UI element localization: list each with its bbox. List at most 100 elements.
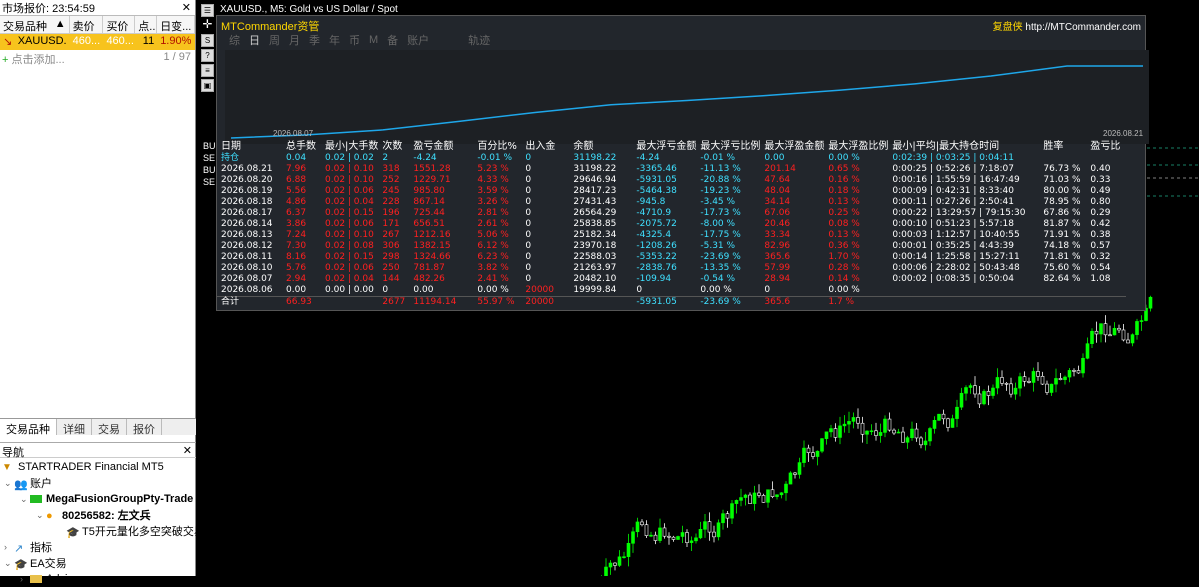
nav-item-accounts[interactable]: ⌄ 👥 账户 [0, 475, 196, 492]
stats-cell: 71.81 % [1043, 252, 1081, 262]
candle-body [932, 420, 937, 429]
stats-cell: -2075.72 [636, 219, 677, 229]
stats-cell: 6.88 [286, 175, 307, 185]
nav-item-advisors[interactable]: › Advisors [0, 571, 196, 587]
stats-cell: 0 [525, 153, 532, 163]
stats-row[interactable]: 2026.08.13 7.24 0.02 | 0.10 267 1212.16 5.06 … [217, 230, 1126, 241]
candle-body [1130, 334, 1135, 344]
stats-row[interactable]: 2026.08.11 8.16 0.02 | 0.15 298 1324.66 6.23 … [217, 252, 1126, 263]
candle-body [1103, 323, 1108, 336]
stats-row[interactable]: 2026.08.19 5.56 0.02 | 0.06 245 985.80 3.59 %… [217, 186, 1126, 197]
stats-cell: 0.25 % [828, 208, 860, 218]
close-icon[interactable]: ✕ [182, 1, 191, 14]
stats-cell: 5.06 % [477, 230, 509, 240]
column-header-symbol[interactable]: 交易品种 ▲ [0, 16, 70, 33]
tab-ticks[interactable]: 报价 [127, 419, 162, 436]
script-icon[interactable]: S [201, 34, 214, 47]
nav-item-indicators[interactable]: › ↗ 指标 [0, 539, 196, 555]
candle-body [833, 428, 838, 438]
buy-marker: BU [203, 165, 216, 175]
stats-column-header: 余额 [573, 141, 594, 152]
collapse-icon[interactable]: ⌄ [36, 510, 46, 521]
column-header-spread[interactable]: 点... [135, 16, 158, 33]
nav-item-server[interactable]: ⌄ MegaFusionGroupPty-Trade [0, 491, 196, 507]
candle-body [829, 428, 833, 433]
symbol-row[interactable]: ↘ XAUUSD. 460... 460... 11 1.90% [0, 34, 195, 50]
stats-row[interactable]: 持仓 0.04 0.02 | 0.02 2 -4.24 -0.01 % 0 31198.22 -… [217, 153, 1126, 164]
candle-body [1117, 327, 1121, 331]
mtc-tab[interactable]: 币 [349, 32, 360, 48]
experts-icon: 🎓 [14, 559, 28, 571]
info-icon[interactable]: ? [201, 49, 214, 62]
stats-cell: -4325.4 [636, 230, 672, 240]
candle-body [959, 392, 964, 408]
stats-row[interactable]: 2026.08.14 3.86 0.02 | 0.06 171 656.51 2.61 %… [217, 219, 1126, 230]
tab-symbols[interactable]: 交易品种 [0, 419, 57, 436]
stats-cell: 0.57 [1090, 241, 1111, 251]
stats-row[interactable]: 2026.08.18 4.86 0.02 | 0.04 228 867.14 3.26 %… [217, 197, 1126, 208]
stats-cell: 0 [525, 175, 532, 185]
column-header-change[interactable]: 日变... [157, 16, 195, 33]
stats-cell: 80.00 % [1043, 186, 1081, 196]
save-icon[interactable]: ▣ [201, 79, 214, 92]
stats-cell: 0.02 | 0.04 [325, 274, 374, 284]
stats-row[interactable]: 合计 66.93 2677 11194.14 55.97 % 20000 -5931.05-… [217, 296, 1127, 308]
mtc-tab[interactable]: 月 [289, 32, 300, 48]
nav-item-account[interactable]: ⌄ ● 80256582: 左文兵 [0, 507, 196, 523]
collapse-icon[interactable]: ⌄ [20, 494, 30, 505]
mtc-tab[interactable]: 备 [387, 32, 398, 48]
mtc-tab[interactable]: 年 [329, 32, 340, 48]
column-header-ask[interactable]: 买价 [103, 16, 136, 33]
stats-cell: 8.16 [286, 252, 307, 262]
candle-body [865, 430, 869, 435]
mtc-tab[interactable]: 季 [309, 32, 320, 48]
candle-body [617, 556, 622, 566]
candle-body [824, 431, 829, 439]
nav-item-experts[interactable]: ⌄ 🎓 EA交易 [0, 555, 196, 572]
stats-cell: 23970.18 [573, 241, 617, 251]
stats-row[interactable]: 2026.08.10 5.76 0.02 | 0.06 250 781.87 3.82 %… [217, 263, 1126, 274]
menu-icon[interactable]: ☰ [201, 4, 214, 17]
candle-body [1090, 330, 1094, 344]
expand-icon[interactable]: › [4, 542, 14, 552]
stats-row[interactable]: 2026.08.12 7.30 0.02 | 0.08 306 1382.15 6.12 … [217, 241, 1126, 252]
candle-body [788, 472, 793, 485]
navigator-title: 导航 [2, 447, 24, 459]
stats-cell: 28417.23 [573, 186, 617, 196]
collapse-icon[interactable]: ⌄ [4, 478, 14, 489]
add-symbol-row[interactable]: + 点击添加... 1 / 97 [0, 50, 195, 66]
candle-body [887, 418, 892, 431]
stats-cell: 2026.08.10 [221, 263, 273, 273]
stats-row[interactable]: 2026.08.17 6.37 0.02 | 0.15 196 725.44 2.81 %… [217, 208, 1126, 219]
mtc-tab[interactable]: 综 [229, 32, 240, 48]
tab-trading[interactable]: 交易 [92, 419, 127, 436]
stats-cell: -1208.26 [636, 241, 677, 251]
stats-cell: 0:00:11 | 0:27:26 | 2:50:41 [892, 197, 1014, 207]
mtc-tab[interactable]: M [369, 34, 378, 46]
stats-row[interactable]: 2026.08.07 2.94 0.02 | 0.04 144 482.26 2.41 %… [217, 274, 1126, 285]
stats-cell: 228 [382, 197, 400, 207]
candle-body [734, 500, 739, 504]
stats-cell: 67.86 % [1043, 208, 1081, 218]
mtc-tab[interactable]: 周 [269, 32, 280, 48]
stats-cell: 0.02 | 0.15 [325, 208, 374, 218]
list-icon[interactable]: ≡ [201, 64, 214, 77]
mtc-site[interactable]: 复盘侠 http://MTCommander.com [993, 18, 1141, 33]
nav-item-broker[interactable]: ▼ STARTRADER Financial MT5 [0, 459, 196, 475]
candle-body [1013, 387, 1018, 395]
candle-body [941, 413, 946, 420]
tab-details[interactable]: 详细 [57, 419, 92, 436]
stats-row[interactable]: 2026.08.21 7.96 0.02 | 0.10 318 1551.28 5.23 … [217, 164, 1126, 175]
stats-row[interactable]: 2026.08.06 0.00 0.00 | 0.00 0 0.00 0.00 % 2000… [217, 285, 1126, 297]
nav-item-expert[interactable]: 🎓 T5开元量化多空突破交易系统 [0, 523, 196, 539]
close-icon[interactable]: ✕ [183, 444, 192, 457]
stats-row[interactable]: 2026.08.20 6.88 0.02 | 0.10 252 1229.71 4.33 … [217, 175, 1126, 186]
mtc-tab[interactable]: 日 [249, 32, 260, 48]
stats-cell: 20.46 [764, 219, 791, 229]
column-header-bid[interactable]: 卖价 [70, 16, 104, 33]
crosshair-icon[interactable]: ✛ [201, 18, 214, 32]
collapse-icon[interactable]: ⌄ [4, 558, 14, 569]
add-symbol-label: 点击添加... [11, 54, 65, 66]
mtc-tab[interactable]: 轨迹 [468, 32, 490, 48]
mtc-tab[interactable]: 账户 [407, 32, 429, 48]
